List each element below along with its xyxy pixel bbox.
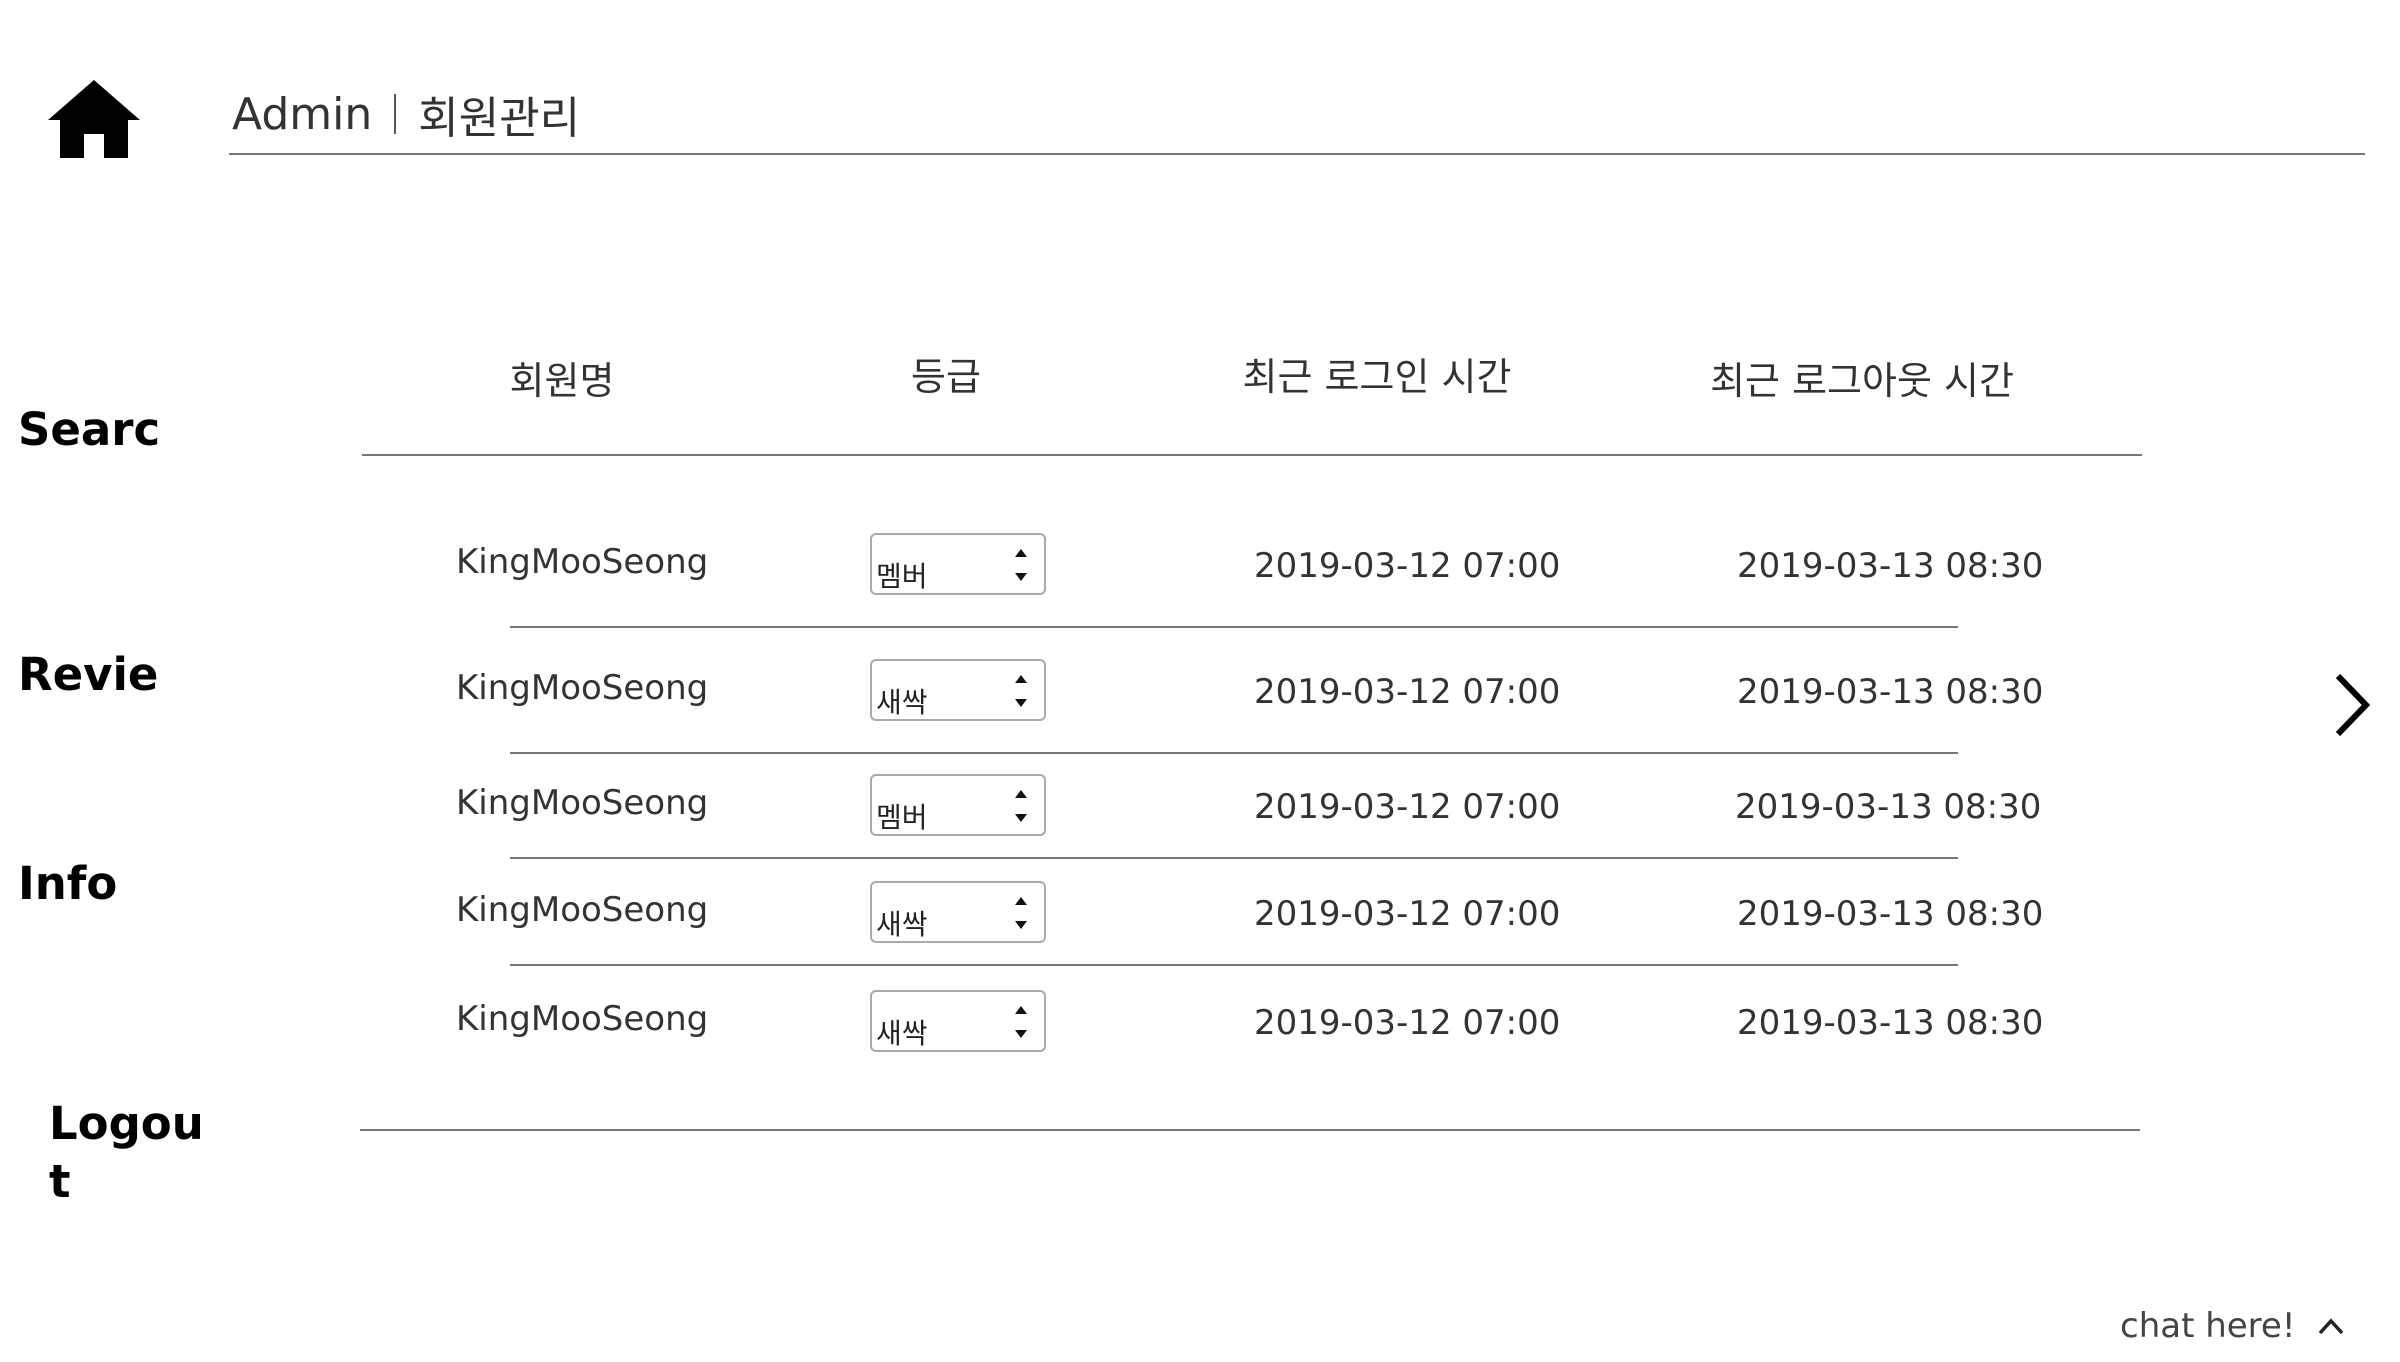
grade-select[interactable]: 새싹 bbox=[870, 659, 1046, 721]
grade-select-value: 새싹 bbox=[876, 908, 928, 941]
last-login-cell: 2019-03-12 07:00 bbox=[1254, 787, 1561, 827]
chat-label: chat here! bbox=[2120, 1306, 2296, 1346]
page-title: 회원관리 bbox=[418, 93, 581, 144]
spinner-arrows-icon bbox=[1015, 897, 1027, 929]
breadcrumb-root[interactable]: Admin bbox=[232, 89, 372, 140]
grade-select[interactable]: 멤버 bbox=[870, 774, 1046, 836]
header-divider bbox=[229, 153, 2365, 155]
column-header-last-login: 최근 로그인 시간 bbox=[1242, 355, 1512, 399]
chat-toggle[interactable]: chat here! bbox=[2120, 1306, 2345, 1346]
spinner-arrows-icon bbox=[1015, 675, 1027, 707]
breadcrumb-separator bbox=[394, 94, 397, 134]
last-login-cell: 2019-03-12 07:00 bbox=[1254, 894, 1561, 934]
grade-select[interactable]: 새싹 bbox=[870, 881, 1046, 943]
member-name-cell: KingMooSeong bbox=[456, 890, 709, 930]
last-logout-cell: 2019-03-13 08:30 bbox=[1737, 1003, 2044, 1043]
grade-select[interactable]: 멤버 bbox=[870, 533, 1046, 595]
breadcrumb: Admin 회원관리 bbox=[232, 80, 580, 148]
member-name-cell: KingMooSeong bbox=[456, 999, 709, 1039]
grade-select-value: 멤버 bbox=[876, 560, 928, 593]
spinner-arrows-icon bbox=[1015, 790, 1027, 822]
grade-select[interactable]: 새싹 bbox=[870, 990, 1046, 1052]
chevron-up-icon bbox=[2319, 1318, 2344, 1335]
last-logout-cell: 2019-03-13 08:30 bbox=[1737, 672, 2044, 712]
grade-select-value: 멤버 bbox=[876, 801, 928, 834]
column-header-last-logout: 최근 로그아웃 시간 bbox=[1710, 359, 2014, 403]
row-divider bbox=[510, 857, 1958, 859]
sidebar-item-review[interactable]: Revie bbox=[18, 646, 158, 704]
spinner-arrows-icon bbox=[1015, 1006, 1027, 1038]
column-header-member-name: 회원명 bbox=[509, 359, 615, 403]
last-login-cell: 2019-03-12 07:00 bbox=[1254, 672, 1561, 712]
chevron-right-icon[interactable] bbox=[2328, 670, 2376, 740]
table-header-divider bbox=[362, 454, 2142, 456]
member-name-cell: KingMooSeong bbox=[456, 783, 709, 823]
sidebar-item-logout[interactable]: Logou t bbox=[49, 1095, 204, 1211]
sidebar-item-info[interactable]: Info bbox=[18, 855, 117, 913]
member-name-cell: KingMooSeong bbox=[456, 668, 709, 708]
sidebar-item-search[interactable]: Searc bbox=[18, 401, 160, 459]
grade-select-value: 새싹 bbox=[876, 1017, 928, 1050]
row-divider bbox=[510, 964, 1958, 966]
column-header-grade: 등급 bbox=[911, 355, 981, 399]
last-logout-cell: 2019-03-13 08:30 bbox=[1737, 546, 2044, 586]
last-login-cell: 2019-03-12 07:00 bbox=[1254, 1003, 1561, 1043]
row-divider bbox=[510, 626, 1958, 628]
last-logout-cell: 2019-03-13 08:30 bbox=[1735, 787, 2042, 827]
grade-select-value: 새싹 bbox=[876, 686, 928, 719]
table-footer-divider bbox=[360, 1129, 2140, 1131]
last-logout-cell: 2019-03-13 08:30 bbox=[1737, 894, 2044, 934]
member-name-cell: KingMooSeong bbox=[456, 542, 709, 582]
row-divider bbox=[510, 752, 1958, 754]
home-icon[interactable] bbox=[46, 78, 142, 160]
last-login-cell: 2019-03-12 07:00 bbox=[1254, 546, 1561, 586]
spinner-arrows-icon bbox=[1015, 549, 1027, 581]
